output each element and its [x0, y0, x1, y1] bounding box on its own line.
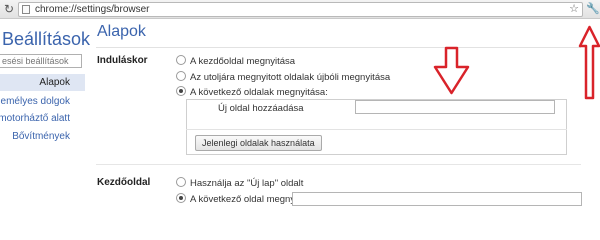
up-arrow-annotation — [578, 25, 600, 100]
annotation-overlay — [433, 25, 600, 100]
down-arrow-annotation — [433, 46, 470, 95]
